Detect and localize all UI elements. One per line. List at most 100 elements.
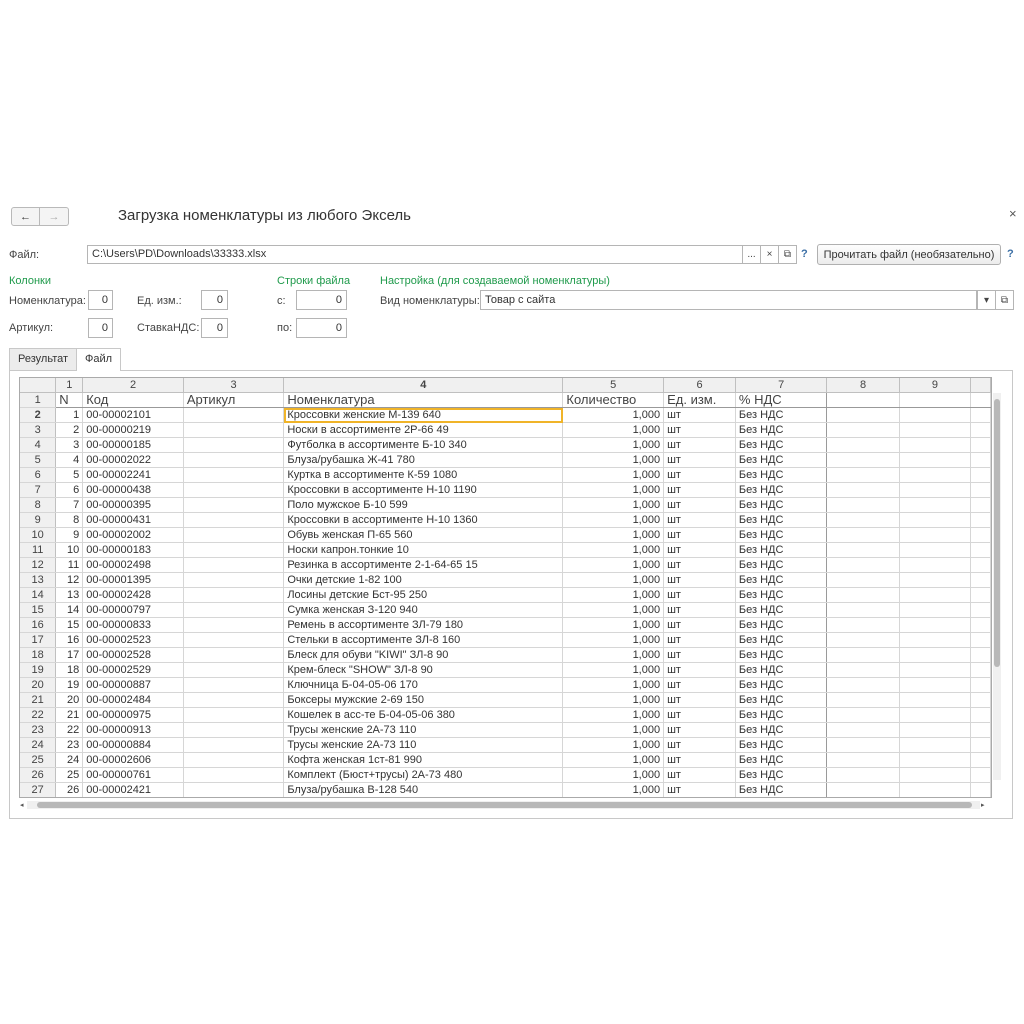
table-cell[interactable] — [826, 542, 900, 558]
header-cell[interactable] — [826, 392, 900, 408]
column-number-header[interactable]: 5 — [562, 378, 665, 393]
table-cell[interactable]: Поло мужское Б-10 599 — [283, 497, 564, 513]
table-cell[interactable] — [183, 542, 285, 558]
table-cell[interactable] — [899, 602, 972, 618]
table-cell[interactable] — [970, 752, 991, 768]
table-cell[interactable]: 00-00000975 — [82, 707, 184, 723]
table-cell[interactable] — [183, 782, 285, 797]
column-number-header[interactable]: 4 — [283, 378, 564, 393]
table-cell[interactable] — [826, 422, 900, 438]
table-cell[interactable]: 00-00001395 — [82, 572, 184, 588]
table-cell[interactable] — [899, 677, 972, 693]
table-cell[interactable]: 22 — [55, 722, 84, 738]
table-cell[interactable] — [899, 452, 972, 468]
scroll-left-icon[interactable]: ◂ — [20, 801, 24, 809]
table-cell[interactable]: Очки детские 1-82 100 — [283, 572, 564, 588]
table-cell[interactable]: 1,000 — [562, 617, 665, 633]
back-button[interactable]: ← — [11, 207, 40, 226]
table-cell[interactable] — [970, 527, 991, 543]
table-cell[interactable]: Кроссовки в ассортименте Н-10 1360 — [283, 512, 564, 528]
table-cell[interactable] — [183, 437, 285, 453]
table-cell[interactable]: Трусы женские 2А-73 110 — [283, 737, 564, 753]
row-number-header[interactable]: 25 — [20, 752, 57, 768]
table-cell[interactable]: 00-00000797 — [82, 602, 184, 618]
table-cell[interactable]: Без НДС — [735, 662, 828, 678]
table-cell[interactable]: шт — [663, 692, 736, 708]
table-cell[interactable] — [826, 482, 900, 498]
table-cell[interactable]: 1,000 — [562, 437, 665, 453]
table-cell[interactable]: Крем-блеск "SHOW" ЗЛ-8 90 — [283, 662, 564, 678]
table-cell[interactable] — [183, 512, 285, 528]
table-cell[interactable] — [826, 722, 900, 738]
table-cell[interactable] — [899, 437, 972, 453]
header-cell[interactable]: Номенклатура — [283, 392, 564, 408]
table-cell[interactable]: Без НДС — [735, 572, 828, 588]
table-cell[interactable]: 1,000 — [562, 737, 665, 753]
table-cell[interactable] — [826, 632, 900, 648]
column-number-header[interactable]: 8 — [826, 378, 900, 393]
table-cell[interactable]: 00-00000185 — [82, 437, 184, 453]
close-icon[interactable]: × — [1009, 206, 1017, 221]
row-number-header[interactable]: 20 — [20, 677, 57, 693]
table-cell[interactable] — [970, 602, 991, 618]
row-number-header[interactable]: 26 — [20, 767, 57, 783]
table-cell[interactable] — [183, 617, 285, 633]
tab-result[interactable]: Результат — [9, 348, 78, 370]
table-cell[interactable] — [826, 467, 900, 483]
table-cell[interactable] — [899, 692, 972, 708]
table-cell[interactable] — [899, 512, 972, 528]
table-cell[interactable] — [826, 692, 900, 708]
table-cell[interactable]: 00-00002528 — [82, 647, 184, 663]
column-number-header[interactable]: 1 — [55, 378, 84, 393]
table-cell[interactable]: Блуза/рубашка В-128 540 — [283, 782, 564, 797]
table-cell[interactable] — [970, 452, 991, 468]
table-cell[interactable]: Трусы женские 2А-73 110 — [283, 722, 564, 738]
table-cell[interactable]: 00-00002606 — [82, 752, 184, 768]
table-cell[interactable] — [826, 407, 900, 423]
table-cell[interactable] — [826, 662, 900, 678]
table-cell[interactable]: Стельки в ассортименте ЗЛ-8 160 — [283, 632, 564, 648]
table-cell[interactable]: шт — [663, 422, 736, 438]
table-cell[interactable] — [826, 707, 900, 723]
table-cell[interactable]: Куртка в ассортименте К-59 1080 — [283, 467, 564, 483]
clear-icon[interactable]: × — [760, 245, 779, 264]
vat-col-input[interactable]: 0 — [201, 318, 228, 338]
table-cell[interactable]: 00-00000219 — [82, 422, 184, 438]
table-cell[interactable] — [899, 632, 972, 648]
table-cell[interactable]: 26 — [55, 782, 84, 797]
row-number-header[interactable]: 4 — [20, 437, 57, 453]
forward-button[interactable]: → — [40, 207, 69, 226]
table-cell[interactable]: Без НДС — [735, 587, 828, 603]
table-cell[interactable]: шт — [663, 512, 736, 528]
table-cell[interactable] — [899, 542, 972, 558]
row-number-header[interactable]: 8 — [20, 497, 57, 513]
table-cell[interactable] — [183, 662, 285, 678]
table-cell[interactable]: 6 — [55, 482, 84, 498]
read-help-icon[interactable]: ? — [1007, 248, 1014, 260]
table-cell[interactable]: 00-00000431 — [82, 512, 184, 528]
table-cell[interactable]: Боксеры мужские 2-69 150 — [283, 692, 564, 708]
table-cell[interactable]: 1,000 — [562, 512, 665, 528]
table-cell[interactable] — [183, 602, 285, 618]
row-number-header[interactable]: 22 — [20, 707, 57, 723]
table-cell[interactable] — [899, 497, 972, 513]
table-cell[interactable]: 4 — [55, 452, 84, 468]
table-cell[interactable]: Без НДС — [735, 467, 828, 483]
table-cell[interactable]: Лосины детские Бст-95 250 — [283, 587, 564, 603]
table-cell[interactable]: 17 — [55, 647, 84, 663]
open-kind-icon[interactable]: ⧉ — [995, 290, 1014, 310]
table-cell[interactable]: Блеск для обуви "KIWI" ЗЛ-8 90 — [283, 647, 564, 663]
table-cell[interactable]: 00-00002421 — [82, 782, 184, 797]
table-cell[interactable] — [970, 467, 991, 483]
table-cell[interactable]: 1,000 — [562, 782, 665, 797]
table-cell[interactable] — [183, 452, 285, 468]
table-cell[interactable] — [970, 407, 991, 423]
table-cell[interactable] — [183, 677, 285, 693]
table-cell[interactable] — [970, 422, 991, 438]
table-cell[interactable]: 7 — [55, 497, 84, 513]
table-cell[interactable]: Комплект (Бюст+трусы) 2А-73 480 — [283, 767, 564, 783]
column-number-header[interactable]: 2 — [82, 378, 184, 393]
table-cell[interactable]: 9 — [55, 527, 84, 543]
row-number-header[interactable]: 2 — [20, 407, 57, 423]
table-cell[interactable] — [183, 692, 285, 708]
